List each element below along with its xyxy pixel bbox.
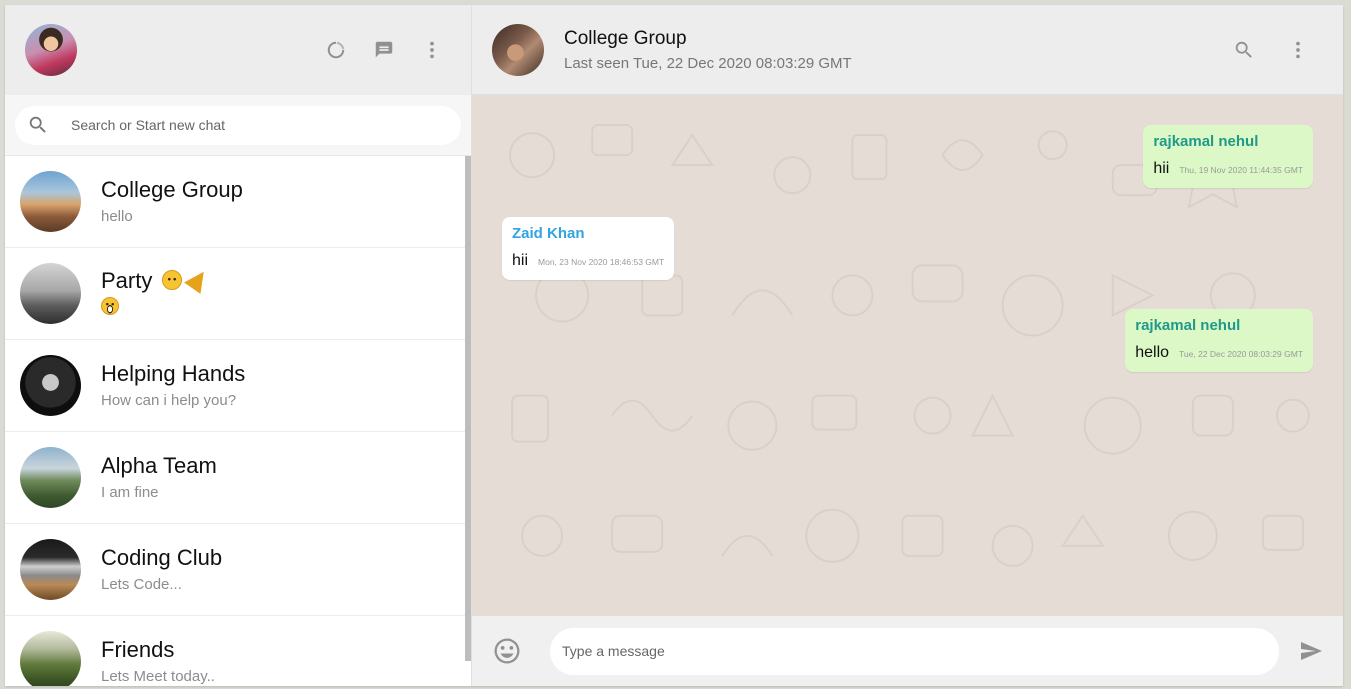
sidebar: College Group hello Party Helping Hands … [5,5,472,686]
chat-item-friends[interactable]: Friends Lets Meet today.. [5,616,471,686]
chat-avatar [20,447,81,508]
chat-item-alpha-team[interactable]: Alpha Team I am fine [5,432,471,524]
message-bubble-sent[interactable]: rajkamal nehul hello Tue, 22 Dec 2020 08… [1125,309,1313,372]
status-icon[interactable] [325,39,347,61]
chat-avatar [20,171,81,232]
message-bubble-received[interactable]: Zaid Khan hii Mon, 23 Nov 2020 18:46:53 … [502,217,675,280]
chat-header: College Group Last seen Tue, 22 Dec 2020… [472,5,1343,95]
message-bubble-sent[interactable]: rajkamal nehul hii Thu, 19 Nov 2020 11:4… [1143,125,1313,188]
chat-last-message: hello [101,207,133,225]
message-text: hii [1153,160,1170,177]
menu-dots-icon[interactable] [1287,39,1309,61]
chat-title: College Group [564,28,687,49]
app-window: College Group hello Party Helping Hands … [5,5,1343,686]
chat-item-party[interactable]: Party [5,248,471,340]
chat-name: Coding Club [101,544,223,570]
message-text: hii [512,252,529,269]
chat-last-message [101,297,208,320]
chat-avatar [20,539,81,600]
message-timestamp: Mon, 23 Nov 2020 18:46:53 GMT [538,257,665,267]
chat-last-message: Lets Meet today.. [101,667,215,685]
message-text: hello [1135,344,1170,361]
user-avatar[interactable] [25,24,77,76]
chat-avatar [20,355,81,416]
chat-list: College Group hello Party Helping Hands … [5,156,471,686]
message-timestamp: Tue, 22 Dec 2020 08:03:29 GMT [1179,349,1303,359]
emoji-icon[interactable] [492,636,522,666]
chat-panel: College Group Last seen Tue, 22 Dec 2020… [472,5,1343,686]
chat-header-actions [1233,39,1309,61]
message-sender: rajkamal nehul [1135,317,1241,334]
chat-name: Helping Hands [101,360,246,386]
chat-name: Party [101,268,153,293]
message-sender: Zaid Khan [512,225,585,242]
party-face-emoji-icon [162,270,183,290]
messages-area[interactable]: rajkamal nehul hii Thu, 19 Nov 2020 11:4… [472,95,1343,616]
search-icon[interactable] [1233,39,1255,61]
chat-item-college-group[interactable]: College Group hello [5,156,471,248]
group-avatar[interactable] [492,23,544,76]
search-box [15,105,461,145]
chat-avatar [20,263,81,324]
chat-item-coding-club[interactable]: Coding Club Lets Code... [5,524,471,616]
message-timestamp: Thu, 19 Nov 2020 11:44:35 GMT [1179,165,1303,175]
sidebar-header-actions [325,39,443,61]
chat-avatar [20,631,81,686]
last-seen-text: Last seen Tue, 22 Dec 2020 08:03:29 GMT [564,55,852,72]
chat-last-message: I am fine [101,483,159,501]
chat-name: Alpha Team [101,452,217,478]
message-input[interactable] [562,643,1267,659]
message-input-wrapper [550,627,1279,675]
sidebar-header [5,5,471,95]
search-input[interactable] [71,117,449,133]
menu-dots-icon[interactable] [421,39,443,61]
party-popper-emoji-icon [184,266,213,294]
composer-bar [472,616,1343,686]
chat-last-message: How can i help you? [101,391,237,409]
chat-name: College Group [101,176,243,202]
new-chat-icon[interactable] [373,39,395,61]
chat-name: Friends [101,636,175,662]
send-icon[interactable] [1299,639,1323,663]
search-area [5,95,471,156]
grinning-face-emoji-icon [101,297,119,315]
chat-item-helping-hands[interactable]: Helping Hands How can i help you? [5,340,471,432]
chat-last-message: Lets Code... [101,575,182,593]
search-icon[interactable] [27,114,49,136]
message-sender: rajkamal nehul [1153,133,1259,150]
chat-name-row: Party [101,266,213,295]
